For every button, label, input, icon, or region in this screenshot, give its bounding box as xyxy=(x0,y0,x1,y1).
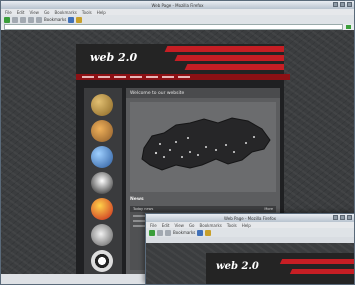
reload-icon[interactable] xyxy=(20,16,26,23)
site-nav xyxy=(76,74,290,80)
back-icon[interactable] xyxy=(149,229,155,236)
nav-link[interactable] xyxy=(98,76,110,78)
menu-view[interactable]: View xyxy=(174,223,184,228)
close-icon[interactable] xyxy=(347,2,352,7)
nav-link[interactable] xyxy=(114,76,126,78)
news-title[interactable]: Today news xyxy=(133,207,153,211)
stop-icon[interactable] xyxy=(28,16,34,23)
target-icon[interactable] xyxy=(91,250,113,272)
weather-icon[interactable] xyxy=(91,120,113,142)
forward-icon[interactable] xyxy=(157,229,163,236)
bookmarks-button[interactable]: Bookmarks xyxy=(173,230,195,235)
go-button[interactable] xyxy=(346,25,351,29)
globe-icon[interactable] xyxy=(91,146,113,168)
menu-help[interactable]: Help xyxy=(242,223,251,228)
news-heading: News xyxy=(130,197,144,202)
site-banner: web 2.0 xyxy=(206,253,354,284)
title-bar[interactable]: Web Page - Mozilla Firefox xyxy=(1,1,354,9)
second-browser-window: Web Page - Mozilla Firefox File Edit Vie… xyxy=(145,213,355,285)
star-icon[interactable] xyxy=(205,229,212,236)
minimize-icon[interactable] xyxy=(333,2,338,7)
back-icon[interactable] xyxy=(4,16,10,23)
menu-edit[interactable]: Edit xyxy=(162,223,170,228)
window-title: Web Page - Mozilla Firefox xyxy=(224,215,276,221)
menu-bookmarks[interactable]: Bookmarks xyxy=(55,10,77,15)
news-section-header: News xyxy=(130,196,276,203)
menu-edit[interactable]: Edit xyxy=(17,10,25,15)
pen-icon[interactable] xyxy=(91,224,113,246)
russia-map xyxy=(141,117,271,171)
maximize-icon[interactable] xyxy=(340,2,345,7)
window-title: Web Page - Mozilla Firefox xyxy=(151,2,204,8)
nav-link[interactable] xyxy=(162,76,174,78)
balloon-icon[interactable] xyxy=(91,198,113,220)
menu-tools[interactable]: Tools xyxy=(227,223,237,228)
search-icon[interactable] xyxy=(68,16,75,23)
nav-link[interactable] xyxy=(82,76,94,78)
menu-file[interactable]: File xyxy=(5,10,12,15)
forward-icon[interactable] xyxy=(12,16,18,23)
news-more-link[interactable]: More xyxy=(264,207,273,211)
menu-go[interactable]: Go xyxy=(44,10,50,15)
penguin-icon[interactable] xyxy=(91,172,113,194)
title-bar[interactable]: Web Page - Mozilla Firefox xyxy=(146,214,354,222)
site-banner: web 2.0 xyxy=(76,44,284,74)
menu-view[interactable]: View xyxy=(29,10,39,15)
menu-tools[interactable]: Tools xyxy=(82,10,92,15)
menu-file[interactable]: File xyxy=(150,223,157,228)
site-logo[interactable]: web 2.0 xyxy=(90,51,137,64)
bookmarks-button[interactable]: Bookmarks xyxy=(44,17,66,22)
star-icon[interactable] xyxy=(76,16,83,23)
news-bar: Today news More xyxy=(130,206,276,212)
navigation-toolbar: Bookmarks xyxy=(1,15,354,24)
maximize-icon[interactable] xyxy=(340,215,345,220)
content-header: Welcome to our website xyxy=(126,88,280,98)
site-logo[interactable]: web 2.0 xyxy=(216,261,259,272)
bronze-coin-icon[interactable] xyxy=(91,94,113,116)
map-landmass xyxy=(141,117,271,171)
content-heading: Welcome to our website xyxy=(130,90,185,96)
nav-link[interactable] xyxy=(146,76,158,78)
reload-icon[interactable] xyxy=(165,229,171,236)
minimize-icon[interactable] xyxy=(333,215,338,220)
page-viewport: web 2.0 xyxy=(146,243,354,284)
menu-go[interactable]: Go xyxy=(189,223,195,228)
site-sidebar xyxy=(84,88,122,276)
menu-help[interactable]: Help xyxy=(97,10,106,15)
close-icon[interactable] xyxy=(347,215,352,220)
nav-link[interactable] xyxy=(130,76,142,78)
nav-link[interactable] xyxy=(178,76,190,78)
home-icon[interactable] xyxy=(36,16,42,23)
map-area[interactable] xyxy=(130,102,276,192)
search-icon[interactable] xyxy=(197,229,204,236)
navigation-toolbar: Bookmarks xyxy=(146,228,354,237)
menu-bookmarks[interactable]: Bookmarks xyxy=(200,223,222,228)
